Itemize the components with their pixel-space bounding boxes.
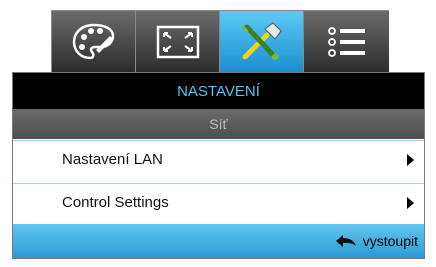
exit-label: vystoupit [362, 233, 418, 249]
menu-item-control-settings[interactable]: Control Settings [13, 183, 424, 221]
return-arrow-icon [335, 235, 356, 247]
palette-icon [72, 23, 114, 59]
menu-title: NASTAVENÍ [13, 73, 424, 109]
exit-button[interactable]: vystoupit [335, 233, 418, 249]
tab-display[interactable] [136, 11, 220, 72]
settings-menu: NASTAVENÍ Síť Nastavení LAN Control Sett… [12, 72, 425, 259]
tab-options[interactable] [304, 11, 389, 72]
menu-tabs [51, 10, 389, 72]
menu-item-lan-settings[interactable]: Nastavení LAN [13, 140, 424, 178]
menu-item-label: Control Settings [62, 194, 169, 211]
list-icon [327, 26, 365, 57]
tools-icon [241, 21, 282, 60]
tab-image[interactable] [52, 11, 136, 72]
arrow-right-icon [407, 153, 414, 166]
menu-subtitle: Síť [13, 109, 424, 139]
screen-resize-icon [156, 25, 199, 58]
arrow-right-icon [407, 196, 414, 209]
menu-item-label: Nastavení LAN [62, 151, 163, 168]
tab-settings[interactable] [220, 11, 304, 72]
menu-footer: vystoupit [13, 224, 424, 258]
